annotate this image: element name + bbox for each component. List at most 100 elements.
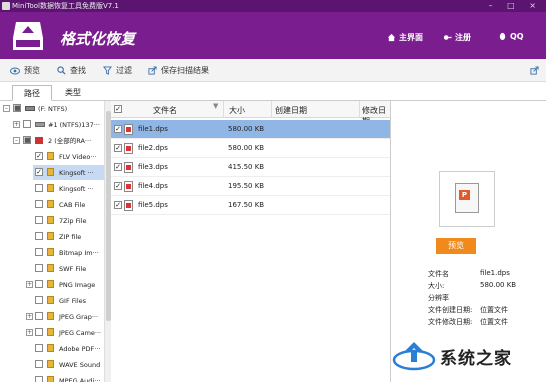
tree-checkbox[interactable] <box>35 376 43 382</box>
collapse-toggle[interactable]: – <box>3 105 10 112</box>
tree-checkbox[interactable]: ■ <box>13 104 21 112</box>
file-row[interactable]: ✓ file2.dps 580.00 KB <box>111 139 390 158</box>
tree-checkbox[interactable] <box>35 232 43 240</box>
column-divider[interactable] <box>359 101 360 118</box>
tree-item-folder[interactable]: WAVE Sound <box>0 357 104 372</box>
tree-item-folder[interactable]: MPEG Audi··· <box>0 373 104 382</box>
site-watermark: 系统之家 <box>388 336 546 376</box>
qq-penguin-icon <box>499 32 506 41</box>
expand-toggle[interactable]: + <box>26 313 33 320</box>
nav-register[interactable]: 注册 <box>443 32 471 43</box>
tree-item-folder[interactable]: Adobe PDF··· <box>0 341 104 356</box>
tab-type[interactable]: 类型 <box>53 85 93 101</box>
tree-item-folder[interactable]: CAB File <box>0 197 104 212</box>
tree-checkbox[interactable] <box>35 344 43 352</box>
eye-icon <box>10 67 20 74</box>
tree-item-folder[interactable]: + JPEG Grap··· <box>0 309 104 324</box>
tree-checkbox[interactable] <box>35 312 43 320</box>
file-checkbox[interactable]: ✓ <box>114 201 122 209</box>
tree-checkbox[interactable]: ✓ <box>35 152 43 160</box>
tree-checkbox[interactable] <box>35 264 43 272</box>
tree-item-partition-1[interactable]: + #1 (NTFS)137··· <box>0 117 104 132</box>
hard-drive-icon <box>25 106 35 111</box>
tree-item-folder[interactable]: ✓ FLV Video··· <box>0 149 104 164</box>
tree-item-label: (F: NTFS) <box>38 104 68 113</box>
tree-checkbox[interactable] <box>35 184 43 192</box>
file-size: 580.00 KB <box>228 144 265 152</box>
tree-item-folder[interactable]: GIF Files <box>0 293 104 308</box>
info-key: 大小: <box>428 282 445 290</box>
tree-checkbox[interactable] <box>35 328 43 336</box>
tree-item-folder-selected[interactable]: ✓ Kingsoft ··· <box>33 165 104 180</box>
folder-icon <box>47 200 54 208</box>
file-row[interactable]: ✓ file5.dps 167.50 KB <box>111 196 390 215</box>
info-key: 文件创建日期: <box>428 306 473 314</box>
tree-item-drive[interactable]: – ■ (F: NTFS) <box>0 101 104 116</box>
window-controls[interactable]: – □ × <box>489 0 542 12</box>
file-row[interactable]: ✓ file4.dps 195.50 KB <box>111 177 390 196</box>
folder-icon <box>47 344 54 352</box>
file-row[interactable]: ✓ file1.dps 580.00 KB <box>111 120 390 139</box>
nav-home[interactable]: 主界面 <box>387 32 423 43</box>
tree-checkbox[interactable] <box>35 200 43 208</box>
find-tool-label: 查找 <box>70 66 86 75</box>
info-key: 文件名 <box>428 270 449 278</box>
expand-toggle[interactable]: + <box>26 281 33 288</box>
column-size[interactable]: 大小 <box>229 105 245 116</box>
file-checkbox[interactable]: ✓ <box>114 125 122 133</box>
save-scan-button[interactable]: 保存扫描结果 <box>148 65 209 76</box>
pdf-file-icon <box>124 143 133 154</box>
find-tool-button[interactable]: 查找 <box>57 65 86 76</box>
tree-checkbox[interactable] <box>35 280 43 288</box>
tree-item-folder[interactable]: + JPEG Came··· <box>0 325 104 340</box>
column-divider[interactable] <box>271 101 272 118</box>
tree-item-label: Bitmap Im··· <box>59 248 99 257</box>
preview-tool-button[interactable]: 预览 <box>10 65 40 76</box>
info-value: 位置文件 <box>480 306 508 314</box>
tree-item-folder[interactable]: Bitmap Im··· <box>0 245 104 260</box>
tree-checkbox[interactable]: ■ <box>23 136 31 144</box>
tree-item-folder[interactable]: SWF File <box>0 261 104 276</box>
expand-toggle[interactable]: + <box>26 329 33 336</box>
tree-item-label: WAVE Sound <box>59 360 101 369</box>
share-icon[interactable] <box>530 66 539 75</box>
preview-button[interactable]: 预览 <box>436 238 476 254</box>
file-name: file1.dps <box>138 125 168 133</box>
folder-icon <box>47 360 54 368</box>
folder-icon <box>47 376 54 382</box>
file-checkbox[interactable]: ✓ <box>114 144 122 152</box>
nav-qq[interactable]: QQ <box>498 32 524 41</box>
column-divider[interactable] <box>223 101 224 118</box>
tree-item-folder[interactable]: 7Zip File <box>0 213 104 228</box>
expand-toggle[interactable]: + <box>13 121 20 128</box>
tree-item-folder[interactable]: ZIP file <box>0 229 104 244</box>
info-value: 位置文件 <box>480 318 508 326</box>
tree-checkbox[interactable] <box>35 248 43 256</box>
tree-item-folder[interactable]: + PNG Image <box>0 277 104 292</box>
tree-checkbox[interactable] <box>23 120 31 128</box>
tab-path[interactable]: 路径 <box>12 85 52 101</box>
presentation-file-icon: P <box>455 183 479 213</box>
tree-item-label: MPEG Audi··· <box>59 376 101 382</box>
file-checkbox[interactable]: ✓ <box>114 163 122 171</box>
column-created[interactable]: 创建日期 <box>275 105 307 116</box>
tree-item-folder[interactable]: Kingsoft ··· <box>0 181 104 196</box>
filter-tool-button[interactable]: 过滤 <box>103 65 132 76</box>
nav-home-label: 主界面 <box>399 33 423 42</box>
tree-scrollbar[interactable] <box>104 101 111 382</box>
lost-partition-icon <box>35 137 43 144</box>
tree-item-label: CAB File <box>59 200 86 209</box>
file-checkbox[interactable]: ✓ <box>114 182 122 190</box>
tree-item-label: JPEG Grap··· <box>59 312 99 321</box>
tree-item-partition-2[interactable]: – ■ 2 (全部的RA··· <box>0 133 104 148</box>
tree-checkbox[interactable] <box>35 360 43 368</box>
select-all-checkbox[interactable]: ✓ <box>114 105 122 113</box>
tree-checkbox[interactable]: ✓ <box>35 168 43 176</box>
tree-checkbox[interactable] <box>35 296 43 304</box>
key-icon <box>443 35 452 40</box>
collapse-toggle[interactable]: – <box>13 137 20 144</box>
tree-checkbox[interactable] <box>35 216 43 224</box>
folder-icon <box>47 232 54 240</box>
file-row[interactable]: ✓ file3.dps 415.50 KB <box>111 158 390 177</box>
column-name[interactable]: 文件名 <box>153 105 177 116</box>
